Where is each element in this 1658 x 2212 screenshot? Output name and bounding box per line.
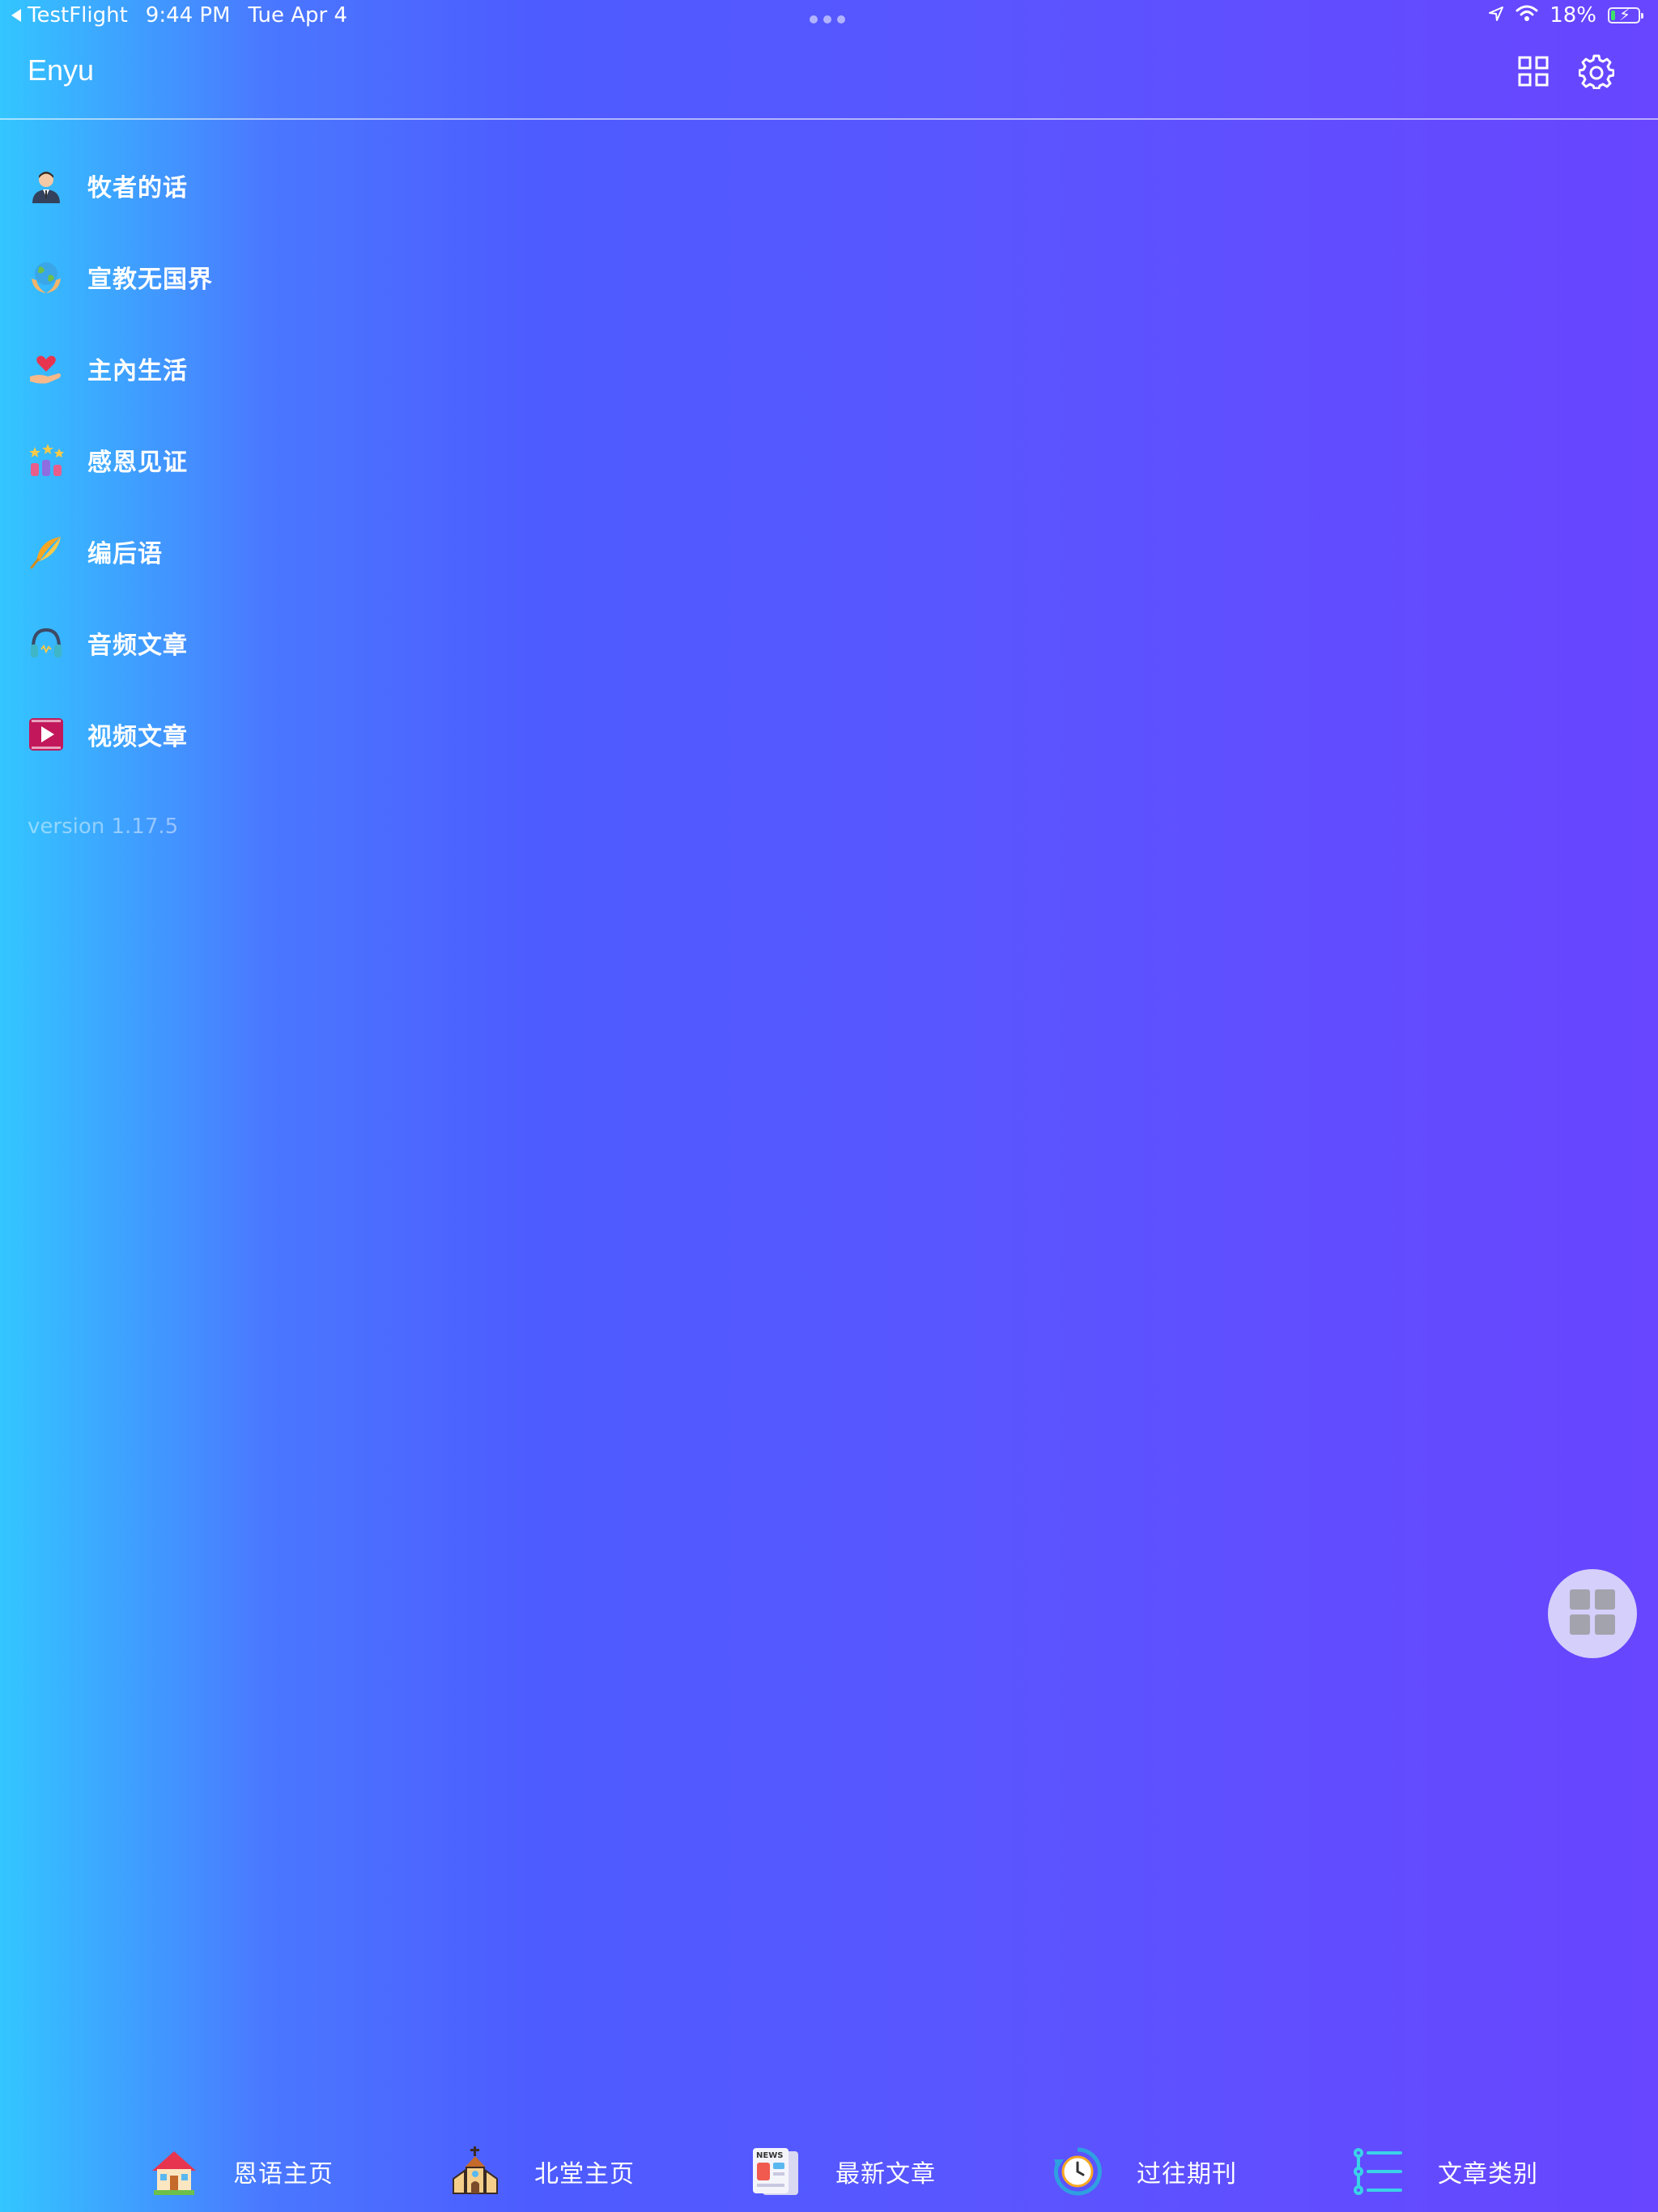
- grid-icon: [1570, 1589, 1615, 1638]
- menu-item-pastor-words[interactable]: 牧者的话: [0, 139, 421, 231]
- menu-item-audio-articles[interactable]: 音频文章: [0, 597, 421, 688]
- video-play-icon: [28, 716, 65, 753]
- tab-label: 过往期刊: [1137, 2160, 1237, 2189]
- tab-past-issues[interactable]: 过往期刊: [1052, 2131, 1237, 2212]
- menu-item-missions[interactable]: 宣教无国界: [0, 231, 421, 322]
- wifi-icon: [1516, 3, 1538, 28]
- menu-item-label: 牧者的话: [87, 173, 188, 202]
- floating-menu-button[interactable]: [1548, 1569, 1637, 1658]
- status-date: Tue Apr 4: [248, 3, 348, 28]
- tab-enyu-home[interactable]: 恩语主页: [149, 2131, 334, 2212]
- nav-bar: Enyu: [0, 32, 1658, 120]
- tab-bar: 恩语主页 北堂主页 NEWS 最新文章 过往期刊 文章类别: [0, 2131, 1658, 2212]
- headphones-icon: [28, 624, 65, 661]
- back-arrow-icon: [11, 9, 21, 22]
- tab-latest-articles[interactable]: NEWS 最新文章: [751, 2131, 936, 2212]
- app-title: Enyu: [28, 53, 95, 87]
- menu-item-label: 宣教无国界: [87, 265, 213, 294]
- side-menu: 牧者的话 宣教无国界 主內生活 感恩见证 编后语 音频文章 视频文章: [0, 139, 421, 780]
- tab-north-church-home[interactable]: 北堂主页: [450, 2131, 635, 2212]
- menu-item-testimonies[interactable]: 感恩见证: [0, 414, 421, 505]
- status-left: TestFlight 9:44 PM Tue Apr 4: [11, 3, 347, 28]
- feather-icon: [28, 533, 65, 570]
- menu-item-video-articles[interactable]: 视频文章: [0, 688, 421, 780]
- battery-icon: ⚡: [1608, 6, 1643, 23]
- settings-button[interactable]: [1574, 50, 1619, 96]
- house-icon: [149, 2146, 199, 2197]
- grid-icon: [1518, 56, 1549, 90]
- heart-hand-icon: [28, 350, 65, 387]
- pastor-icon: [28, 167, 65, 204]
- status-right: 18% ⚡: [1488, 3, 1643, 28]
- tab-label: 恩语主页: [233, 2160, 334, 2189]
- grid-view-button[interactable]: [1511, 50, 1556, 96]
- back-to-app-button[interactable]: TestFlight: [11, 3, 128, 28]
- tab-label: 北堂主页: [534, 2160, 635, 2189]
- tab-article-categories[interactable]: 文章类别: [1354, 2131, 1538, 2212]
- gear-icon: [1578, 53, 1615, 92]
- menu-item-christian-life[interactable]: 主內生活: [0, 322, 421, 414]
- church-icon: [450, 2146, 500, 2197]
- menu-item-editors-note[interactable]: 编后语: [0, 505, 421, 597]
- history-clock-icon: [1052, 2146, 1103, 2197]
- back-app-label: TestFlight: [28, 3, 128, 28]
- menu-item-label: 音频文章: [87, 631, 188, 660]
- news-icon: NEWS: [751, 2146, 801, 2197]
- svg-text:NEWS: NEWS: [756, 2151, 783, 2160]
- stars-people-icon: [28, 441, 65, 479]
- location-arrow-icon: [1488, 3, 1504, 28]
- tab-label: 最新文章: [835, 2160, 936, 2189]
- multitasking-dots[interactable]: [810, 15, 845, 23]
- list-icon: [1354, 2146, 1404, 2197]
- tab-label: 文章类别: [1438, 2160, 1538, 2189]
- menu-item-label: 主內生活: [87, 356, 188, 385]
- menu-item-label: 编后语: [87, 539, 163, 568]
- menu-item-label: 感恩见证: [87, 448, 188, 477]
- menu-item-label: 视频文章: [87, 722, 188, 751]
- status-time: 9:44 PM: [145, 3, 231, 28]
- battery-percent: 18%: [1550, 3, 1596, 28]
- status-bar: TestFlight 9:44 PM Tue Apr 4 18% ⚡: [0, 0, 1658, 32]
- globe-hands-icon: [28, 258, 65, 296]
- version-label: version 1.17.5: [28, 815, 179, 839]
